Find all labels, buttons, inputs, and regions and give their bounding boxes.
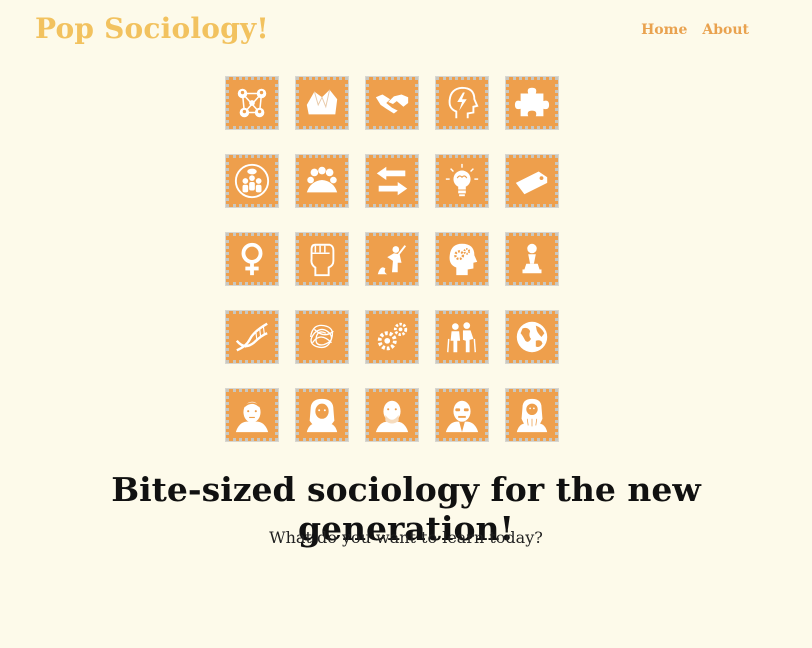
- crowd-icon: [306, 166, 338, 193]
- topic-stamp-elderly-couple[interactable]: [435, 310, 489, 364]
- topic-stamp-raised-fist[interactable]: [295, 232, 349, 286]
- head-gears-icon: [449, 243, 478, 276]
- nav-home-link[interactable]: Home: [641, 22, 687, 38]
- elderly-couple-icon: [447, 322, 477, 353]
- topic-stamp-head-lightning[interactable]: [435, 76, 489, 130]
- topic-stamp-protest[interactable]: [365, 232, 419, 286]
- topic-stamp-gears[interactable]: [365, 310, 419, 364]
- protest-figure-icon: [377, 245, 407, 275]
- main-nav: Home About: [641, 22, 749, 38]
- globe-icon: [516, 321, 548, 353]
- tangled-yarn-icon: [309, 324, 334, 349]
- topic-stamp-group-discussion[interactable]: [225, 154, 279, 208]
- topic-stamp-grid: [225, 76, 559, 442]
- gears-icon: [377, 322, 408, 351]
- topic-stamp-lightbulb[interactable]: [435, 154, 489, 208]
- group-discussion-icon: [234, 163, 270, 199]
- nav-about-link[interactable]: About: [702, 22, 749, 38]
- handshake-icon: [375, 94, 409, 114]
- puzzle-piece-icon: [514, 87, 550, 117]
- head-lightning-icon: [448, 86, 479, 119]
- venus-symbol-icon: [241, 242, 263, 276]
- price-tag-icon: [515, 171, 548, 195]
- portrait-sociologist-1-icon: [235, 401, 269, 433]
- topic-stamp-venus[interactable]: [225, 232, 279, 286]
- topic-stamp-crumpled-paper[interactable]: [295, 76, 349, 130]
- topic-stamp-portrait-5[interactable]: [505, 388, 559, 442]
- dna-helix-icon: [235, 322, 268, 352]
- topic-stamp-head-gears[interactable]: [435, 232, 489, 286]
- exchange-arrows-icon: [376, 166, 408, 196]
- topic-stamp-tangled-yarn[interactable]: [295, 310, 349, 364]
- lightbulb-brain-icon: [445, 163, 479, 197]
- topic-stamp-portrait-3[interactable]: [365, 388, 419, 442]
- topic-stamp-portrait-4[interactable]: [435, 388, 489, 442]
- topic-stamp-social-network[interactable]: [225, 76, 279, 130]
- portrait-sociologist-3-icon: [375, 400, 409, 433]
- topic-stamp-portrait-2[interactable]: [295, 388, 349, 442]
- topic-stamp-exchange[interactable]: [365, 154, 419, 208]
- portrait-sociologist-5-icon: [516, 398, 548, 433]
- raised-fist-icon: [310, 243, 335, 277]
- chess-pawn-icon: [522, 243, 542, 274]
- topic-stamp-dna[interactable]: [225, 310, 279, 364]
- portrait-sociologist-2-icon: [306, 398, 338, 433]
- portrait-sociologist-4-icon: [445, 400, 479, 433]
- topic-stamp-puzzle[interactable]: [505, 76, 559, 130]
- topic-stamp-crowd[interactable]: [295, 154, 349, 208]
- topic-stamp-chess-pawn[interactable]: [505, 232, 559, 286]
- topic-stamp-portrait-1[interactable]: [225, 388, 279, 442]
- hero-subline: What do you want to learn today?: [269, 528, 543, 547]
- topic-stamp-handshake[interactable]: [365, 76, 419, 130]
- social-network-icon: [237, 88, 267, 118]
- topic-stamp-price-tag[interactable]: [505, 154, 559, 208]
- topic-stamp-globe[interactable]: [505, 310, 559, 364]
- site-title[interactable]: Pop Sociology!: [35, 12, 269, 45]
- crumpled-paper-icon: [306, 89, 338, 115]
